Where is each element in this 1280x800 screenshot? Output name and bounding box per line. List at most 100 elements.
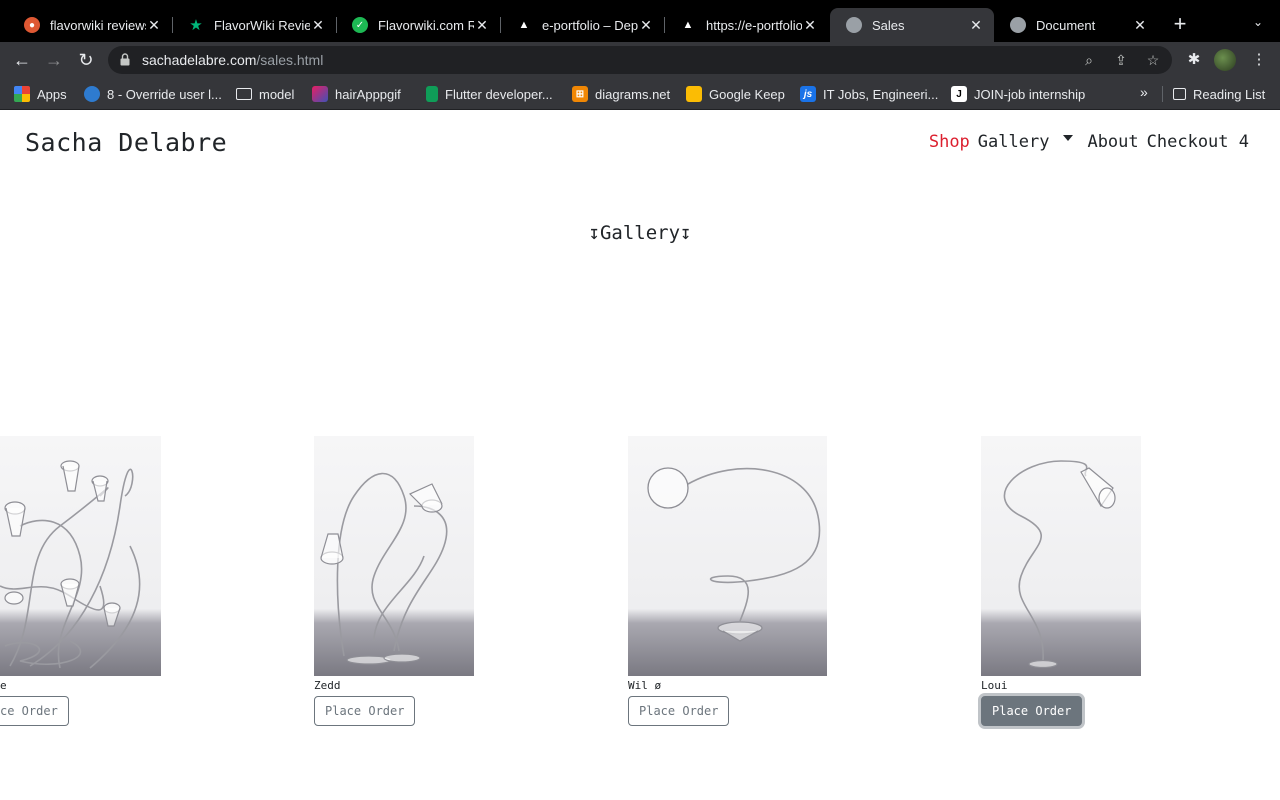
forward-arrow-icon[interactable]: → xyxy=(42,48,66,72)
tab-e-portfolio-deploy[interactable]: ▲ e-portfolio – Depl ✕ xyxy=(500,8,664,42)
close-icon[interactable]: ✕ xyxy=(474,17,490,34)
extensions-puzzle-icon[interactable]: ✱ xyxy=(1184,50,1204,70)
reading-list-button[interactable]: Reading List xyxy=(1173,84,1265,104)
bookmark-label: model xyxy=(259,86,295,102)
close-icon[interactable]: ✕ xyxy=(310,17,326,34)
bookmark-override-user[interactable]: 8 - Override user l... xyxy=(84,84,222,104)
bookmarks-bar: Apps 8 - Override user l... model hairAp… xyxy=(0,78,1280,110)
back-arrow-icon[interactable]: ← xyxy=(10,48,34,72)
sheet-icon xyxy=(426,86,438,102)
product-card: Wil ø Place Order xyxy=(628,436,827,726)
product-image[interactable] xyxy=(981,436,1141,676)
join-icon: J xyxy=(951,86,967,102)
reading-list-label: Reading List xyxy=(1193,86,1266,102)
tab-flavorwiki-com[interactable]: ✓ Flavorwiki.com Re ✕ xyxy=(336,8,500,42)
glass-sculpture-illustration xyxy=(320,472,448,665)
tab-title: e-portfolio – Depl xyxy=(542,17,638,33)
tab-title: flavorwiki reviews xyxy=(50,17,146,33)
bookmark-flutter-developer[interactable]: Flutter developer... xyxy=(426,84,553,104)
place-order-button[interactable]: Place Order xyxy=(314,696,416,726)
nav-gallery[interactable]: Gallery xyxy=(978,132,1050,152)
close-icon[interactable]: ✕ xyxy=(802,17,818,34)
product-image[interactable] xyxy=(628,436,827,676)
nav-shop[interactable]: Shop xyxy=(929,132,970,152)
tab-title: Document xyxy=(1036,17,1096,33)
apps-grid-icon xyxy=(14,86,30,102)
close-icon[interactable]: ✕ xyxy=(968,17,984,34)
nav-checkout[interactable]: Checkout 4 xyxy=(1147,132,1249,152)
url-host: sachadelabre.com xyxy=(142,52,257,68)
product-card: e ce Order xyxy=(0,436,161,726)
chevron-down-icon[interactable] xyxy=(1063,135,1074,141)
browser-toolbar: ← → ↻ sachadelabre.com/sales.html ⌕ ⇪ ☆ … xyxy=(0,42,1280,78)
place-order-button[interactable]: ce Order xyxy=(0,696,69,726)
share-icon[interactable]: ⇪ xyxy=(1112,51,1130,69)
product-card: Loui Place Order xyxy=(981,436,1141,726)
bookmark-it-jobs[interactable]: js IT Jobs, Engineeri... xyxy=(800,84,938,104)
bookmark-label: Flutter developer... xyxy=(445,86,553,102)
tab-flavorwiki-reviews-trustpilot[interactable]: ★ FlavorWiki Reviews ✕ xyxy=(172,8,336,42)
glass-sculpture-illustration xyxy=(647,467,821,642)
tab-strip: ● flavorwiki reviews ✕ ★ FlavorWiki Revi… xyxy=(0,0,1280,42)
reading-list-icon xyxy=(1173,88,1186,100)
tab-document[interactable]: Document ✕ xyxy=(994,8,1158,42)
globe-icon xyxy=(1010,17,1026,33)
profile-avatar[interactable] xyxy=(1214,49,1236,71)
trustpilot-star-icon: ★ xyxy=(189,17,203,34)
place-order-button[interactable]: Place Order xyxy=(628,696,730,726)
check-circle-icon: ✓ xyxy=(352,17,368,33)
site-brand[interactable]: Sacha Delabre xyxy=(25,128,227,157)
close-icon[interactable]: ✕ xyxy=(146,17,162,34)
bookmark-label: JOIN-job internship xyxy=(974,86,1086,102)
bookmarks-divider xyxy=(1162,86,1163,102)
tab-title: Sales xyxy=(872,17,905,33)
bookmark-model[interactable]: model xyxy=(236,84,294,104)
zoom-icon[interactable]: ⌕ xyxy=(1080,51,1098,69)
tab-e-portfolio-url[interactable]: ▲ https://e-portfolio ✕ xyxy=(664,8,828,42)
product-image[interactable] xyxy=(314,436,474,676)
product-card: Zedd Place Order xyxy=(314,436,474,726)
tab-title: Flavorwiki.com Re xyxy=(378,17,474,33)
tab-sales[interactable]: Sales ✕ xyxy=(830,8,994,42)
bookmark-label: diagrams.net xyxy=(595,86,671,102)
menu-kebab-icon[interactable]: ⋮ xyxy=(1249,50,1269,70)
vercel-triangle-icon: ▲ xyxy=(518,19,530,31)
product-name: Wil ø xyxy=(628,679,662,692)
address-bar[interactable]: sachadelabre.com/sales.html ⌕ ⇪ ☆ xyxy=(108,46,1172,74)
globe-icon xyxy=(846,17,862,33)
tab-title: https://e-portfolio xyxy=(706,17,802,33)
bookmark-label: hairApppgif xyxy=(335,86,401,102)
place-order-button[interactable]: Place Order xyxy=(981,696,1083,726)
bookmark-star-icon[interactable]: ☆ xyxy=(1144,51,1162,69)
reload-icon[interactable]: ↻ xyxy=(74,48,98,72)
bookmark-hairapppgif[interactable]: hairApppgif xyxy=(312,84,401,104)
bookmark-apps[interactable]: Apps xyxy=(14,84,67,104)
tab-search-icon[interactable]: ⌄ xyxy=(1248,15,1268,35)
page-content: Sacha Delabre Shop Gallery About Checkou… xyxy=(0,110,1280,800)
glass-sculpture-illustration xyxy=(0,460,141,669)
product-name: e xyxy=(0,679,7,692)
bookmark-diagrams-net[interactable]: ⊞ diagrams.net xyxy=(572,84,670,104)
tab-flavorwiki-reviews[interactable]: ● flavorwiki reviews ✕ xyxy=(8,8,172,42)
bookmark-label: 8 - Override user l... xyxy=(107,86,222,102)
bookmark-join-internship[interactable]: J JOIN-job internship xyxy=(951,84,1085,104)
diagrams-icon: ⊞ xyxy=(572,86,588,102)
bookmark-label: IT Jobs, Engineeri... xyxy=(823,86,939,102)
close-icon[interactable]: ✕ xyxy=(1132,17,1148,34)
bookmarks-overflow-button[interactable]: » xyxy=(1140,84,1148,100)
bookmark-label: Google Keep xyxy=(709,86,785,102)
bookmark-google-keep[interactable]: Google Keep xyxy=(686,84,785,104)
folder-icon xyxy=(236,88,252,100)
bookmark-label: Apps xyxy=(37,86,67,102)
duckduckgo-icon: ● xyxy=(24,17,40,33)
product-image[interactable] xyxy=(0,436,161,676)
product-name: Zedd xyxy=(314,679,341,692)
close-icon[interactable]: ✕ xyxy=(638,17,654,34)
page-icon xyxy=(312,86,328,102)
lock-icon xyxy=(120,53,130,66)
new-tab-button[interactable]: + xyxy=(1168,13,1192,37)
vercel-triangle-icon: ▲ xyxy=(682,19,694,31)
glass-sculpture-illustration xyxy=(1003,460,1116,669)
nav-about[interactable]: About xyxy=(1087,132,1138,152)
url-path: /sales.html xyxy=(256,52,324,68)
